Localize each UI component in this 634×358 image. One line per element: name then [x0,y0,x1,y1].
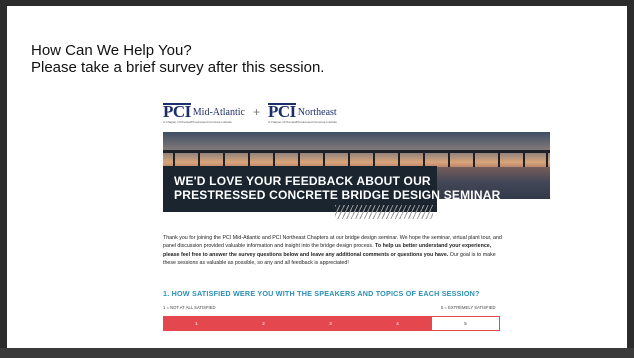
logo-tagline: A Chapter of Precast/Prestressed Concret… [163,120,232,124]
headline-line-1: WE'D LOVE YOUR FEEDBACK ABOUT OUR [174,174,431,188]
rating-option-3[interactable]: 3 [297,316,364,331]
chapter-logos: PCI Mid-Atlantic A Chapter of Precast/Pr… [163,103,337,125]
logo-tagline: A Chapter of Precast/Prestressed Concret… [268,120,337,124]
satisfaction-rating-scale: 1 2 3 4 5 [163,316,500,331]
rating-option-2[interactable]: 2 [230,316,297,331]
pci-northeast-logo: PCI Northeast A Chapter of Precast/Prest… [268,103,337,124]
slide-title-line-1: How Can We Help You? [31,42,192,59]
pci-mid-atlantic-logo: PCI Mid-Atlantic A Chapter of Precast/Pr… [163,103,245,124]
logo-separator: + [253,105,261,119]
bottom-bar [0,348,634,358]
intro-paragraph: Thank you for joining the PCI Mid-Atlant… [163,234,503,268]
scale-low-label: 1 = NOT AT ALL SATISFIED [163,305,216,310]
rating-option-4[interactable]: 4 [364,316,431,331]
decorative-hatch [335,205,433,219]
logo-mark: PCI [268,102,296,121]
logo-region: Mid-Atlantic [192,107,245,118]
logo-region: Northeast [297,107,337,118]
slide-title: How Can We Help You? Please take a brief… [31,42,324,76]
logo-mark: PCI [163,102,191,121]
survey-question-1: 1. HOW SATISFIED WERE YOU WITH THE SPEAK… [163,289,480,298]
scale-high-label: 5 = EXTREMELY SATISFIED [441,305,496,310]
rating-option-1[interactable]: 1 [163,316,230,331]
rating-option-5[interactable]: 5 [431,316,500,331]
headline-line-2: PRESTRESSED CONCRETE BRIDGE DESIGN SEMIN… [174,188,501,202]
slide-title-line-2: Please take a brief survey after this se… [31,59,325,76]
